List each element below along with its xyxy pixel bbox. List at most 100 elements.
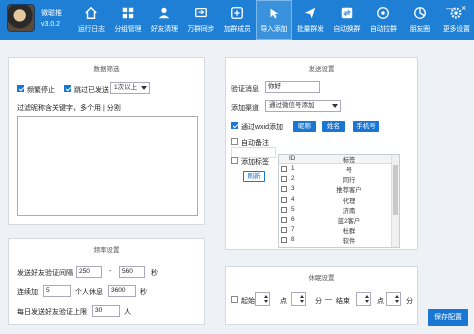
table-row[interactable]: 6 蓝2客户 (279, 216, 391, 225)
end-minute-unit: 分 (406, 298, 413, 305)
daily-limit-label: 每日发送好友验证上限 (17, 309, 87, 316)
nav-item-auto-switch[interactable]: 自动换群 (329, 0, 366, 40)
wxid-add-checkbox[interactable] (231, 122, 238, 129)
tab-nickname-button[interactable]: 昵称 (293, 121, 316, 132)
tag-name: 济南 (342, 207, 356, 215)
nav-item-label: 自动拉群 (369, 26, 397, 33)
nav-item-add-member[interactable]: 加群成员 (219, 0, 256, 40)
spinner-down-icon[interactable] (264, 300, 268, 303)
app-version: v3.0.2 (41, 21, 61, 28)
nav-item-label: 加群成员 (223, 26, 251, 33)
group-manage-icon (122, 7, 133, 19)
spinner-down-icon[interactable] (300, 300, 304, 303)
tag-id: 1 (291, 165, 295, 172)
daily-limit-input[interactable]: 30 (92, 305, 120, 317)
verify-message-input[interactable]: 你好 (265, 81, 320, 93)
daily-limit-unit: 人 (124, 309, 131, 316)
friend-clean-icon (159, 7, 170, 19)
auto-switch-icon (341, 7, 352, 19)
close-button[interactable]: × (461, 3, 466, 13)
nav-item-group-sync[interactable]: 万群同步 (183, 0, 220, 40)
tag-grid-header: ID 标签 (279, 155, 391, 164)
keywords-textarea[interactable] (17, 116, 198, 216)
sleep-panel-title: 休眠设置 (308, 275, 335, 282)
tag-grid-scrollbar[interactable] (391, 155, 399, 247)
end-hour-spinner[interactable] (356, 292, 371, 306)
nav-item-settings[interactable]: 更多设置 (438, 0, 474, 40)
send-panel: 发送设置 验证消息 你好 添加渠道 通过微信号添加 通过wxid添加 昵称 姓名… (225, 57, 418, 250)
skip-sent-checkbox[interactable] (64, 85, 71, 92)
nav-item-friend-clean[interactable]: 好友清理 (146, 0, 183, 40)
skip-count-select[interactable]: 1次以上 (110, 82, 150, 94)
save-config-button[interactable]: 保存配置 (428, 309, 468, 326)
nav-item-import-add[interactable]: 导入添加 (255, 0, 292, 40)
tag-id: 8 (291, 236, 295, 244)
spinner-up-icon[interactable] (365, 295, 369, 298)
refresh-button[interactable]: 刷新 (243, 171, 265, 182)
tag-name: 软件 (342, 238, 356, 246)
tab-name-button[interactable]: 姓名 (322, 121, 345, 132)
row-checkbox[interactable] (281, 186, 287, 193)
table-row[interactable]: 8 软件 (279, 236, 391, 245)
chevron-down-icon (332, 104, 338, 108)
nav-item-label: 运行日志 (77, 26, 105, 33)
table-row[interactable]: 3 推荐客户 (279, 185, 391, 194)
verify-message-label: 验证消息 (231, 86, 259, 93)
sleep-enable-checkbox[interactable] (231, 296, 238, 303)
filter-panel-title: 数据筛选 (93, 66, 120, 73)
table-row[interactable]: 7 杜群 (279, 226, 391, 235)
nav-item-label: 自动换群 (333, 26, 361, 33)
tag-name: 同行 (342, 177, 356, 185)
interval-max-input[interactable]: 560 (119, 266, 145, 278)
interval-separator: - (109, 268, 112, 275)
channel-label: 添加渠道 (231, 105, 259, 112)
skip-sent-label: 跳过已发送 (74, 87, 109, 94)
start-minute-spinner[interactable] (291, 292, 306, 306)
row-checkbox[interactable] (281, 206, 287, 213)
add-tag-checkbox[interactable] (231, 157, 238, 164)
nav-item-group-manage[interactable]: 分组管理 (110, 0, 147, 40)
tag-id: 2 (291, 175, 295, 183)
table-row[interactable]: 4 代理 (279, 196, 391, 205)
spinner-up-icon[interactable] (264, 295, 268, 298)
row-checkbox[interactable] (281, 196, 287, 203)
row-checkbox[interactable] (281, 217, 287, 223)
spinner-down-icon[interactable] (365, 300, 369, 303)
row-checkbox[interactable] (281, 166, 287, 172)
nav-item-auto-pull[interactable]: 自动拉群 (365, 0, 402, 40)
tag-id: 4 (291, 195, 295, 203)
row-checkbox[interactable] (281, 227, 287, 234)
rest-seconds-input[interactable]: 3600 (108, 285, 136, 297)
skip-count-value: 1次以上 (114, 84, 138, 91)
rest-count-input[interactable]: 5 (43, 285, 71, 297)
tag-name: 代理 (342, 197, 356, 205)
spinner-up-icon[interactable] (300, 295, 304, 298)
table-row[interactable]: 1号 (279, 165, 391, 174)
nav-item-mass-send[interactable]: 批量群发 (292, 0, 329, 40)
end-minute-spinner[interactable] (386, 292, 401, 306)
table-row[interactable]: 5 济南 (279, 206, 391, 215)
interval-label: 发送好友验证间隔 (17, 270, 73, 277)
table-row[interactable]: 2 同行 (279, 175, 391, 184)
tag-id: 7 (291, 226, 295, 234)
row-checkbox[interactable] (281, 237, 287, 244)
filter-panel: 数据筛选 频繁停止 跳过已发送 1次以上 过滤昵称含关键字，多个用 | 分割 (8, 57, 205, 225)
spinner-down-icon[interactable] (395, 300, 399, 303)
chevron-down-icon (141, 86, 147, 90)
minimize-button[interactable]: — (446, 3, 455, 13)
grid-header-tag: 标签 (342, 157, 356, 164)
frequent-stop-checkbox[interactable] (17, 85, 24, 92)
auto-remark-checkbox[interactable] (231, 138, 238, 145)
frequency-panel-title: 频率设置 (93, 247, 120, 254)
avatar[interactable] (7, 4, 35, 32)
scrollbar-thumb[interactable] (393, 165, 398, 215)
nav-item-moments[interactable]: 朋友圈 (402, 0, 439, 40)
interval-min-input[interactable]: 250 (76, 266, 102, 278)
channel-select[interactable]: 通过微信号添加 (265, 100, 341, 112)
spinner-up-icon[interactable] (395, 295, 399, 298)
start-hour-spinner[interactable] (255, 292, 270, 306)
row-checkbox[interactable] (281, 176, 287, 183)
tab-phone-button[interactable]: 手机号 (353, 121, 379, 132)
nav-item-label: 朋友圈 (409, 26, 430, 33)
nav-item-home[interactable]: 运行日志 (73, 0, 110, 40)
